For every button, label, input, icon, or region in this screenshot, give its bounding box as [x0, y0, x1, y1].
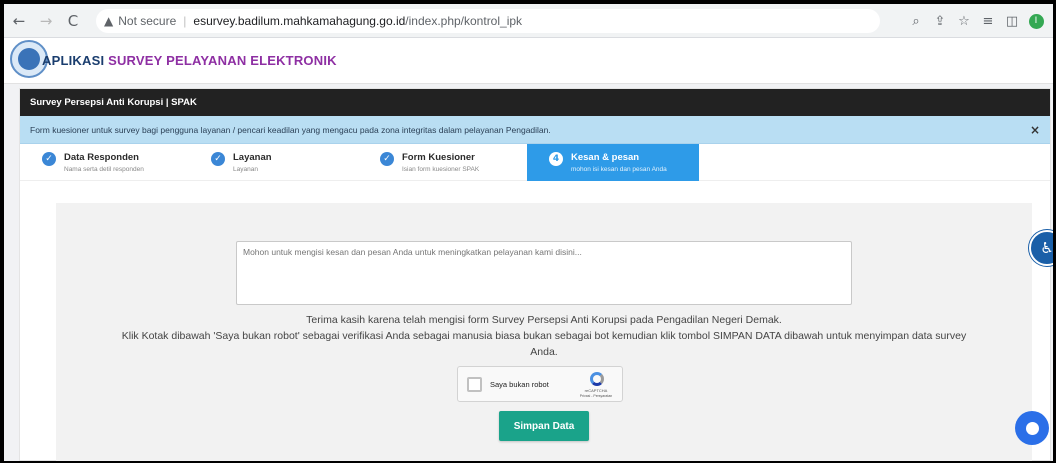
- logo-emblem: [18, 48, 40, 70]
- url-path[interactable]: /index.php/kontrol_ipk: [405, 14, 522, 28]
- step-subtitle: Nama serta detil responden: [64, 166, 144, 173]
- zoom-icon[interactable]: ⌕: [905, 10, 927, 32]
- recaptcha-brand: reCAPTCHA: [584, 388, 608, 393]
- info-alert-text: Form kuesioner untuk survey bagi penggun…: [30, 124, 551, 135]
- step-subtitle: Layanan: [233, 166, 258, 173]
- thanks-text: Terima kasih karena telah mengisi form S…: [306, 314, 782, 326]
- security-label[interactable]: Not secure: [118, 14, 176, 28]
- app-title[interactable]: APLIKASI SURVEY PELAYANAN ELEKTRONIK: [42, 53, 337, 68]
- survey-card: Survey Persepsi Anti Korupsi | SPAK Form…: [19, 88, 1051, 461]
- form-area: Terima kasih karena telah mengisi form S…: [56, 203, 1032, 461]
- check-icon: ✓: [380, 152, 394, 166]
- recaptcha-logo-icon: [590, 372, 604, 386]
- reload-icon[interactable]: C: [61, 9, 85, 33]
- chat-widget-icon[interactable]: [1015, 411, 1049, 445]
- recaptcha-terms-link[interactable]: Privasi - Persyaratan: [576, 394, 616, 398]
- profile-icon[interactable]: I: [1025, 10, 1047, 32]
- save-button[interactable]: Simpan Data: [499, 411, 589, 441]
- message-textarea[interactable]: [236, 241, 852, 305]
- recaptcha-label: Saya bukan robot: [490, 380, 549, 389]
- back-icon[interactable]: ←: [7, 9, 31, 33]
- profile-avatar[interactable]: I: [1028, 13, 1044, 29]
- app-header: APLIKASI SURVEY PELAYANAN ELEKTRONIK: [4, 38, 1053, 84]
- step-form-kuesioner[interactable]: ✓ Form Kuesioner Isian form kuesioner SPA…: [358, 144, 527, 181]
- info-alert: Form kuesioner untuk survey bagi penggun…: [20, 116, 1050, 144]
- close-icon[interactable]: ×: [1030, 123, 1040, 137]
- step-data-responden[interactable]: ✓ Data Responden Nama serta detil respond…: [20, 144, 189, 181]
- warning-icon[interactable]: ▲: [104, 14, 113, 28]
- side-panel-icon[interactable]: ◫: [1001, 10, 1023, 32]
- address-bar[interactable]: ▲ Not secure | esurvey.badilum.mahkamaha…: [96, 9, 880, 33]
- app-title-accent: SURVEY PELAYANAN ELEKTRONIK: [108, 53, 337, 68]
- card-header: Survey Persepsi Anti Korupsi | SPAK: [20, 89, 1050, 116]
- step-kesan-pesan[interactable]: 4 Kesan & pesan mohon isi kesan dan pesan…: [527, 144, 699, 181]
- instruction-text: Klik Kotak dibawah 'Saya bukan robot' se…: [121, 330, 967, 358]
- app-title-prefix: APLIKASI: [42, 53, 109, 68]
- step-number-badge: 4: [549, 152, 563, 166]
- bookmark-star-icon[interactable]: ☆: [953, 10, 975, 32]
- browser-window: ← → C ▲ Not secure | esurvey.badilum.mah…: [4, 4, 1053, 461]
- browser-toolbar: ← → C ▲ Not secure | esurvey.badilum.mah…: [4, 4, 1053, 38]
- check-icon: ✓: [42, 152, 56, 166]
- forward-icon[interactable]: →: [34, 9, 58, 33]
- recaptcha-widget: Saya bukan robot reCAPTCHA Privasi - Per…: [457, 366, 623, 402]
- chat-bubble-dot: [1025, 421, 1039, 435]
- step-layanan[interactable]: ✓ Layanan Layanan: [189, 144, 358, 181]
- wizard-steps: ✓ Data Responden Nama serta detil respond…: [20, 144, 1050, 181]
- step-subtitle: mohon isi kesan dan pesan Anda: [571, 166, 667, 173]
- share-icon[interactable]: ⇪: [929, 10, 951, 32]
- browser-actions: ⌕ ⇪ ☆ ≡ ◫ I: [905, 9, 1047, 33]
- reading-list-icon[interactable]: ≡: [977, 10, 999, 32]
- step-title: Kesan & pesan: [571, 152, 640, 163]
- recaptcha-checkbox[interactable]: [467, 377, 482, 392]
- separator: |: [183, 14, 187, 28]
- step-title: Form Kuesioner: [402, 152, 475, 163]
- check-icon: ✓: [211, 152, 225, 166]
- url-host[interactable]: esurvey.badilum.mahkamahagung.go.id: [193, 14, 405, 28]
- step-subtitle: Isian form kuesioner SPAK: [402, 166, 480, 173]
- step-title: Layanan: [233, 152, 272, 163]
- step-title: Data Responden: [64, 152, 139, 163]
